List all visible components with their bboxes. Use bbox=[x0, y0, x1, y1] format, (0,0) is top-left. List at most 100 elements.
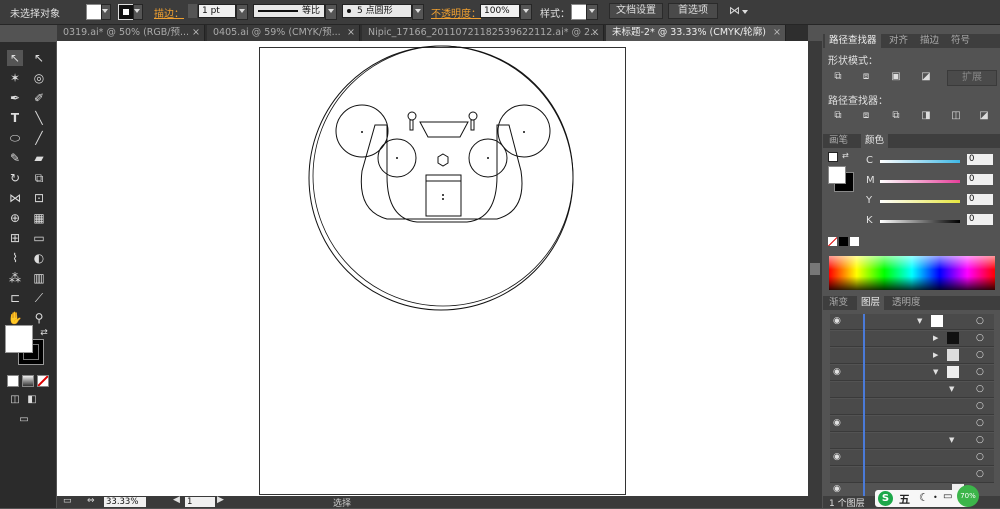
minus-front-icon[interactable]: ⧈ bbox=[859, 71, 873, 83]
column-graph-icon[interactable]: ▥ bbox=[31, 270, 47, 286]
eyedropper-icon[interactable]: ⌇ bbox=[7, 250, 23, 266]
lasso-icon[interactable]: ◎ bbox=[31, 70, 47, 86]
target-icon[interactable]: ○ bbox=[976, 401, 984, 411]
ime-logo-icon[interactable]: S bbox=[878, 491, 893, 506]
right-ornament-circle[interactable] bbox=[468, 111, 478, 121]
fill-dropdown[interactable] bbox=[101, 4, 111, 20]
rotate-tool-icon[interactable]: ↻ bbox=[7, 170, 23, 186]
target-icon[interactable]: ○ bbox=[976, 469, 984, 479]
stroke-swatch[interactable] bbox=[118, 4, 134, 20]
swap-fill-stroke-icon[interactable]: ⇄ bbox=[842, 151, 849, 160]
slice-tool-icon[interactable]: ⟋ bbox=[31, 290, 47, 306]
opacity-field[interactable]: 100% bbox=[480, 4, 520, 18]
scrollbar-thumb[interactable] bbox=[810, 263, 820, 275]
face-circle[interactable] bbox=[308, 45, 574, 311]
disclosure-arrow-icon[interactable]: ▶ bbox=[933, 334, 938, 342]
type-tool-icon[interactable]: T bbox=[7, 110, 23, 126]
tab-pathfinder[interactable]: 路径查找器 bbox=[825, 34, 881, 48]
zoom-field[interactable]: 33.33% bbox=[104, 497, 146, 507]
brush-dropdown[interactable] bbox=[412, 4, 424, 20]
nose-bridge-shape[interactable] bbox=[419, 121, 469, 138]
close-icon[interactable]: × bbox=[591, 25, 599, 41]
target-icon[interactable]: ○ bbox=[976, 452, 984, 462]
arrange-dropdown[interactable] bbox=[742, 6, 750, 14]
stroke-dropdown[interactable] bbox=[133, 4, 143, 20]
black-slider[interactable] bbox=[880, 220, 960, 223]
stroke-label[interactable]: 描边： bbox=[154, 5, 184, 20]
document-canvas[interactable] bbox=[57, 41, 808, 496]
artwork-outlines[interactable] bbox=[57, 41, 808, 496]
gradient-tool-icon[interactable]: ▭ bbox=[31, 230, 47, 246]
target-icon[interactable]: ○ bbox=[976, 435, 984, 445]
page-field[interactable]: 1 bbox=[185, 497, 215, 507]
tab-symbols[interactable]: 符号 bbox=[947, 34, 974, 48]
blend-tool-icon[interactable]: ◐ bbox=[31, 250, 47, 266]
default-colors-icon[interactable] bbox=[828, 152, 838, 162]
tab-document-active[interactable]: 未标题-2* @ 33.33% (CMYK/轮廓) × bbox=[606, 25, 786, 41]
arrange-icon[interactable]: ⋈ bbox=[729, 4, 740, 17]
none-swatch[interactable] bbox=[828, 237, 837, 246]
mesh-tool-icon[interactable]: ⊞ bbox=[7, 230, 23, 246]
color-mode-icon[interactable] bbox=[7, 375, 19, 387]
symbol-sprayer-icon[interactable]: ⁂ bbox=[7, 270, 23, 286]
hand-tool-icon[interactable]: ✋ bbox=[7, 310, 23, 326]
zoom-icon[interactable]: ⇔ bbox=[87, 496, 95, 506]
right-ornament-stem[interactable] bbox=[470, 119, 475, 131]
moon-icon[interactable]: ☾ bbox=[919, 491, 929, 504]
opacity-dropdown[interactable] bbox=[520, 4, 532, 20]
tab-layers[interactable]: 图层 bbox=[857, 296, 885, 310]
layer-row[interactable]: ◉ ○ bbox=[830, 416, 994, 432]
preferences-button[interactable]: 首选项 bbox=[668, 3, 718, 19]
disclosure-arrow-icon[interactable]: ▶ bbox=[933, 351, 938, 359]
outline-icon[interactable]: ◫ bbox=[949, 110, 963, 122]
yellow-value[interactable]: 0 bbox=[967, 194, 993, 205]
magic-wand-icon[interactable]: ✶ bbox=[7, 70, 23, 86]
target-icon[interactable]: ○ bbox=[976, 316, 984, 326]
perspective-grid-icon[interactable]: ▦ bbox=[31, 210, 47, 226]
width-tool-icon[interactable]: ⋈ bbox=[7, 190, 23, 206]
previous-artboard-icon[interactable]: ◀ bbox=[173, 495, 180, 505]
layer-row[interactable]: ▶ ○ bbox=[830, 331, 994, 347]
white-swatch[interactable] bbox=[850, 237, 859, 246]
eye-icon[interactable]: ◉ bbox=[833, 452, 841, 462]
swap-colors-icon[interactable]: ⇄ bbox=[36, 325, 52, 341]
gradient-mode-icon[interactable] bbox=[22, 375, 34, 387]
layer-row[interactable]: ▼ ○ bbox=[830, 433, 994, 449]
curvature-tool-icon[interactable]: ✐ bbox=[31, 90, 47, 106]
stroke-weight-stepper[interactable] bbox=[188, 4, 197, 18]
ellipse-tool-icon[interactable]: ⬭ bbox=[7, 130, 23, 146]
close-icon[interactable]: × bbox=[773, 25, 781, 41]
selection-tool-icon[interactable]: ↖ bbox=[7, 50, 23, 66]
target-icon[interactable]: ○ bbox=[976, 418, 984, 428]
exclude-icon[interactable]: ◪ bbox=[919, 71, 933, 83]
eye-icon[interactable]: ◉ bbox=[833, 418, 841, 428]
style-swatch[interactable] bbox=[571, 4, 587, 20]
layer-row[interactable]: ◉ ▼ ○ bbox=[830, 365, 994, 381]
target-icon[interactable]: ○ bbox=[976, 333, 984, 343]
stroke-profile-dropdown[interactable] bbox=[325, 4, 337, 20]
stroke-profile-select[interactable]: 等比 bbox=[253, 4, 325, 18]
disclosure-arrow-icon[interactable]: ▼ bbox=[949, 385, 954, 393]
minus-back-icon[interactable]: ◪ bbox=[977, 110, 991, 122]
direct-selection-tool-icon[interactable]: ↖ bbox=[31, 50, 47, 66]
line-tool-icon[interactable]: ╲ bbox=[31, 110, 47, 126]
punctuation-icon[interactable]: • bbox=[933, 493, 938, 502]
tab-stroke[interactable]: 描边 bbox=[916, 34, 943, 48]
expand-button[interactable]: 扩展 bbox=[947, 70, 997, 86]
cyan-slider[interactable] bbox=[880, 160, 960, 163]
disclosure-arrow-icon[interactable]: ▼ bbox=[949, 436, 954, 444]
unite-icon[interactable]: ⧉ bbox=[831, 71, 845, 83]
none-mode-icon[interactable] bbox=[37, 375, 49, 387]
screen-mode-icon[interactable]: ▭ bbox=[16, 412, 32, 428]
tab-gradient[interactable]: 渐变 bbox=[825, 296, 852, 310]
stroke-weight-dropdown[interactable] bbox=[236, 4, 248, 20]
keyboard-icon[interactable]: ▭ bbox=[943, 491, 952, 502]
left-ornament-circle[interactable] bbox=[407, 111, 417, 121]
layer-row[interactable]: ▼ ○ bbox=[830, 382, 994, 398]
trim-icon[interactable]: ⧈ bbox=[859, 110, 873, 122]
disclosure-arrow-icon[interactable]: ▼ bbox=[933, 368, 938, 376]
performance-badge[interactable]: 70% bbox=[957, 485, 979, 507]
stroke-weight-field[interactable]: 1 pt bbox=[198, 4, 236, 18]
ime-toolbar[interactable]: S 五 ☾ • ▭ bbox=[875, 490, 970, 507]
black-value[interactable]: 0 bbox=[967, 214, 993, 225]
